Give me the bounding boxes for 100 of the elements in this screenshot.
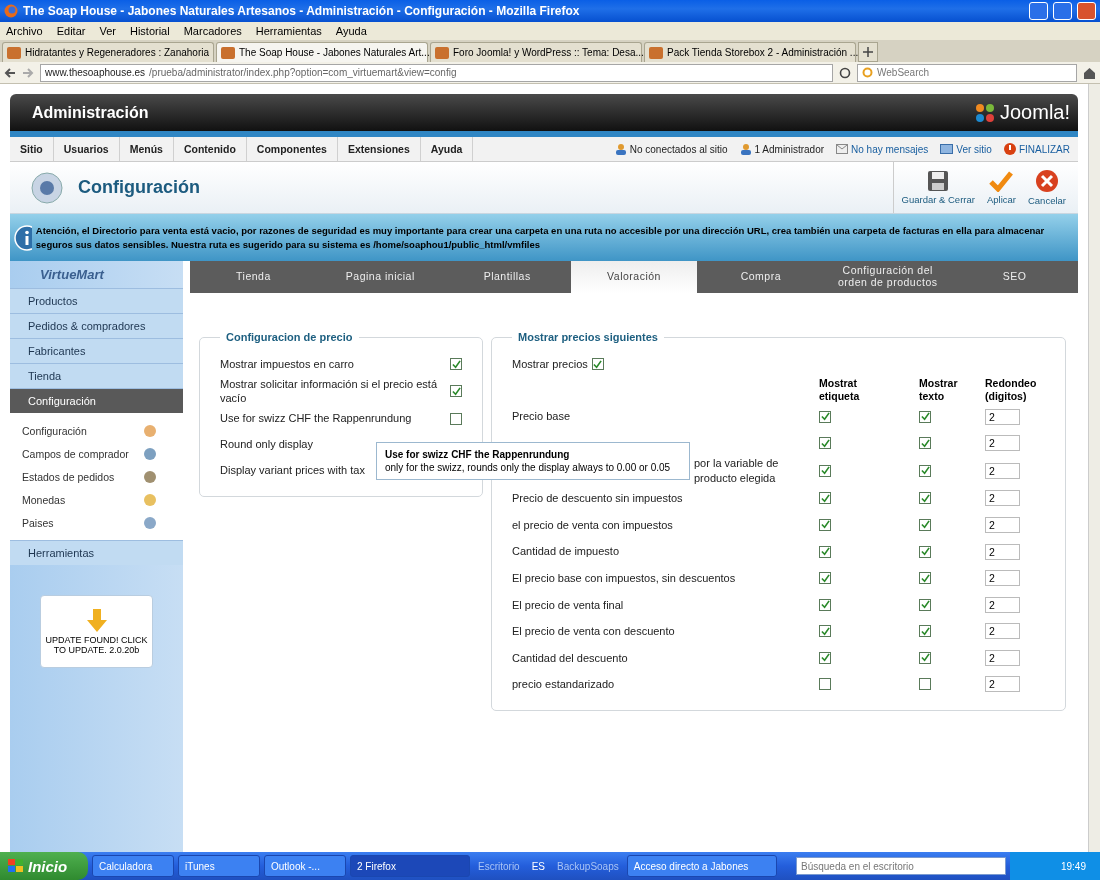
checkbox[interactable] (919, 518, 931, 531)
checkbox[interactable] (919, 492, 931, 505)
digits-field[interactable]: 2 (985, 649, 1020, 666)
close-button[interactable] (1077, 2, 1096, 20)
checkbox[interactable] (919, 410, 931, 423)
sidebar-item[interactable]: Productos (10, 288, 183, 313)
checkbox[interactable] (450, 358, 462, 370)
checkbox[interactable] (819, 572, 831, 585)
digits-field[interactable]: 2 (985, 623, 1020, 640)
checkbox[interactable] (919, 678, 931, 691)
digits-field[interactable]: 2 (985, 596, 1020, 613)
settings-tab[interactable]: Pagina inicial (316, 261, 444, 293)
status-link[interactable]: FINALIZAR (1003, 143, 1070, 155)
digits-field[interactable]: 2 (985, 676, 1020, 693)
browser-tab[interactable]: The Soap House - Jabones Naturales Art... (216, 42, 428, 62)
toolbar-button[interactable]: Aplicar (986, 170, 1016, 205)
browser-tab[interactable]: Hidratantes y Regeneradores : Zanahoria (2, 42, 214, 62)
taskbar-button[interactable]: iTunes (178, 855, 260, 877)
checkbox[interactable] (819, 678, 831, 691)
admin-menu-item[interactable]: Extensiones (337, 137, 421, 161)
update-notice[interactable]: UPDATE FOUND! CLICK TO UPDATE. 2.0.20b (40, 595, 153, 668)
status-link[interactable]: No conectados al sitio (614, 143, 728, 155)
desktop-search-field[interactable]: Búsqueda en el escritorio (796, 857, 1006, 875)
taskbar-button[interactable]: Outlook -... (264, 855, 346, 877)
menu-item[interactable]: Herramientas (255, 25, 322, 37)
taskbar-button[interactable]: 2 Firefox (350, 855, 470, 877)
digits-field[interactable]: 2 (985, 435, 1020, 452)
sidebar-item[interactable]: Herramientas (10, 540, 183, 565)
menu-item[interactable]: Ver (99, 25, 116, 37)
browser-tab[interactable]: Pack Tienda Storebox 2 - Administración ... (644, 42, 856, 62)
status-link[interactable]: No hay mensajes (836, 143, 929, 155)
menu-item[interactable]: Historial (129, 25, 170, 37)
settings-tab[interactable]: Tienda (190, 261, 317, 293)
sidebar-item[interactable]: Tienda (10, 363, 183, 388)
taskbar-toolbar-label[interactable]: ES (527, 860, 550, 872)
sidebar-subitem[interactable]: Campos de comprador (10, 442, 183, 465)
restore-button[interactable] (1053, 2, 1072, 20)
admin-menu-item[interactable]: Ayuda (420, 137, 474, 161)
digits-field[interactable]: 2 (985, 570, 1020, 587)
checkbox[interactable] (919, 437, 931, 450)
settings-tab[interactable]: Configuración del orden de productos (824, 261, 952, 293)
sidebar-subitem[interactable]: Estados de pedidos (10, 465, 183, 488)
checkbox[interactable] (919, 572, 931, 585)
checkbox[interactable] (819, 518, 831, 531)
toolbar-button[interactable]: Guardar & Cerrar (901, 170, 975, 205)
checkbox[interactable] (819, 598, 831, 611)
sidebar-item[interactable]: Pedidos & compradores (10, 313, 183, 338)
checkbox[interactable] (919, 464, 931, 477)
digits-field[interactable]: 2 (985, 516, 1020, 533)
menu-item[interactable]: Marcadores (183, 25, 242, 37)
scrollbar[interactable] (1088, 84, 1100, 852)
admin-menu-item[interactable]: Menús (119, 137, 174, 161)
sidebar-item[interactable]: Configuración (10, 388, 183, 413)
settings-tab[interactable]: Valoración (570, 261, 698, 293)
minimize-button[interactable] (1029, 2, 1048, 20)
search-field[interactable]: WebSearch (857, 63, 1077, 82)
settings-tab[interactable]: Plantillas (443, 261, 571, 293)
address-bar[interactable]: www.thesoaphouse.es /prueba/administrator/index.php?option=com_virtuemart&view=config (40, 63, 833, 82)
menu-item[interactable]: Ayuda (335, 25, 367, 37)
checkbox[interactable] (450, 412, 462, 425)
admin-menu-item[interactable]: Contenido (173, 137, 247, 161)
back-arrow-icon[interactable] (4, 66, 16, 79)
sidebar-item[interactable]: Fabricantes (10, 338, 183, 363)
sidebar-subitem[interactable]: Paises (10, 511, 183, 534)
checkbox[interactable] (919, 545, 931, 558)
digits-field[interactable]: 2 (985, 490, 1020, 507)
digits-field[interactable]: 2 (985, 408, 1020, 425)
checkbox[interactable] (919, 625, 931, 638)
admin-menu-item[interactable]: Usuarios (53, 137, 120, 161)
checkbox[interactable] (919, 651, 931, 664)
checkbox[interactable] (819, 437, 831, 450)
status-link[interactable]: Ver sitio (940, 143, 992, 155)
checkbox[interactable] (450, 385, 462, 398)
digits-field[interactable]: 2 (985, 462, 1020, 479)
settings-tab[interactable]: Compra (697, 261, 825, 293)
new-tab-button[interactable] (858, 42, 878, 62)
checkbox[interactable] (819, 625, 831, 638)
menu-item[interactable]: Editar (56, 25, 86, 37)
checkbox[interactable] (919, 598, 931, 611)
status-link[interactable]: 1 Administrador (739, 143, 825, 155)
sidebar-subitem[interactable]: Monedas (10, 488, 183, 511)
home-icon[interactable] (1083, 66, 1096, 79)
reload-icon[interactable] (839, 66, 851, 79)
settings-tab[interactable]: SEO (951, 261, 1078, 293)
checkbox[interactable] (819, 464, 831, 477)
sidebar-subitem[interactable]: Configuración (10, 419, 183, 442)
taskbar-shortcut[interactable]: Acceso directo a Jabones (626, 855, 777, 877)
checkbox[interactable] (819, 651, 831, 664)
start-button[interactable]: Inicio (0, 852, 88, 880)
toolbar-button[interactable]: Cancelar (1027, 169, 1066, 206)
checkbox[interactable] (819, 410, 831, 423)
admin-menu-item[interactable]: Componentes (246, 137, 338, 161)
taskbar-button[interactable]: Calculadora (92, 855, 174, 877)
checkbox[interactable] (819, 492, 831, 505)
browser-tab[interactable]: Foro Joomla! y WordPress :: Tema: Desa... (430, 42, 642, 62)
digits-field[interactable]: 2 (985, 543, 1020, 560)
admin-menu-item[interactable]: Sitio (10, 137, 54, 161)
menu-item[interactable]: Archivo (6, 25, 43, 37)
checkbox[interactable] (591, 358, 604, 370)
checkbox[interactable] (819, 545, 831, 558)
